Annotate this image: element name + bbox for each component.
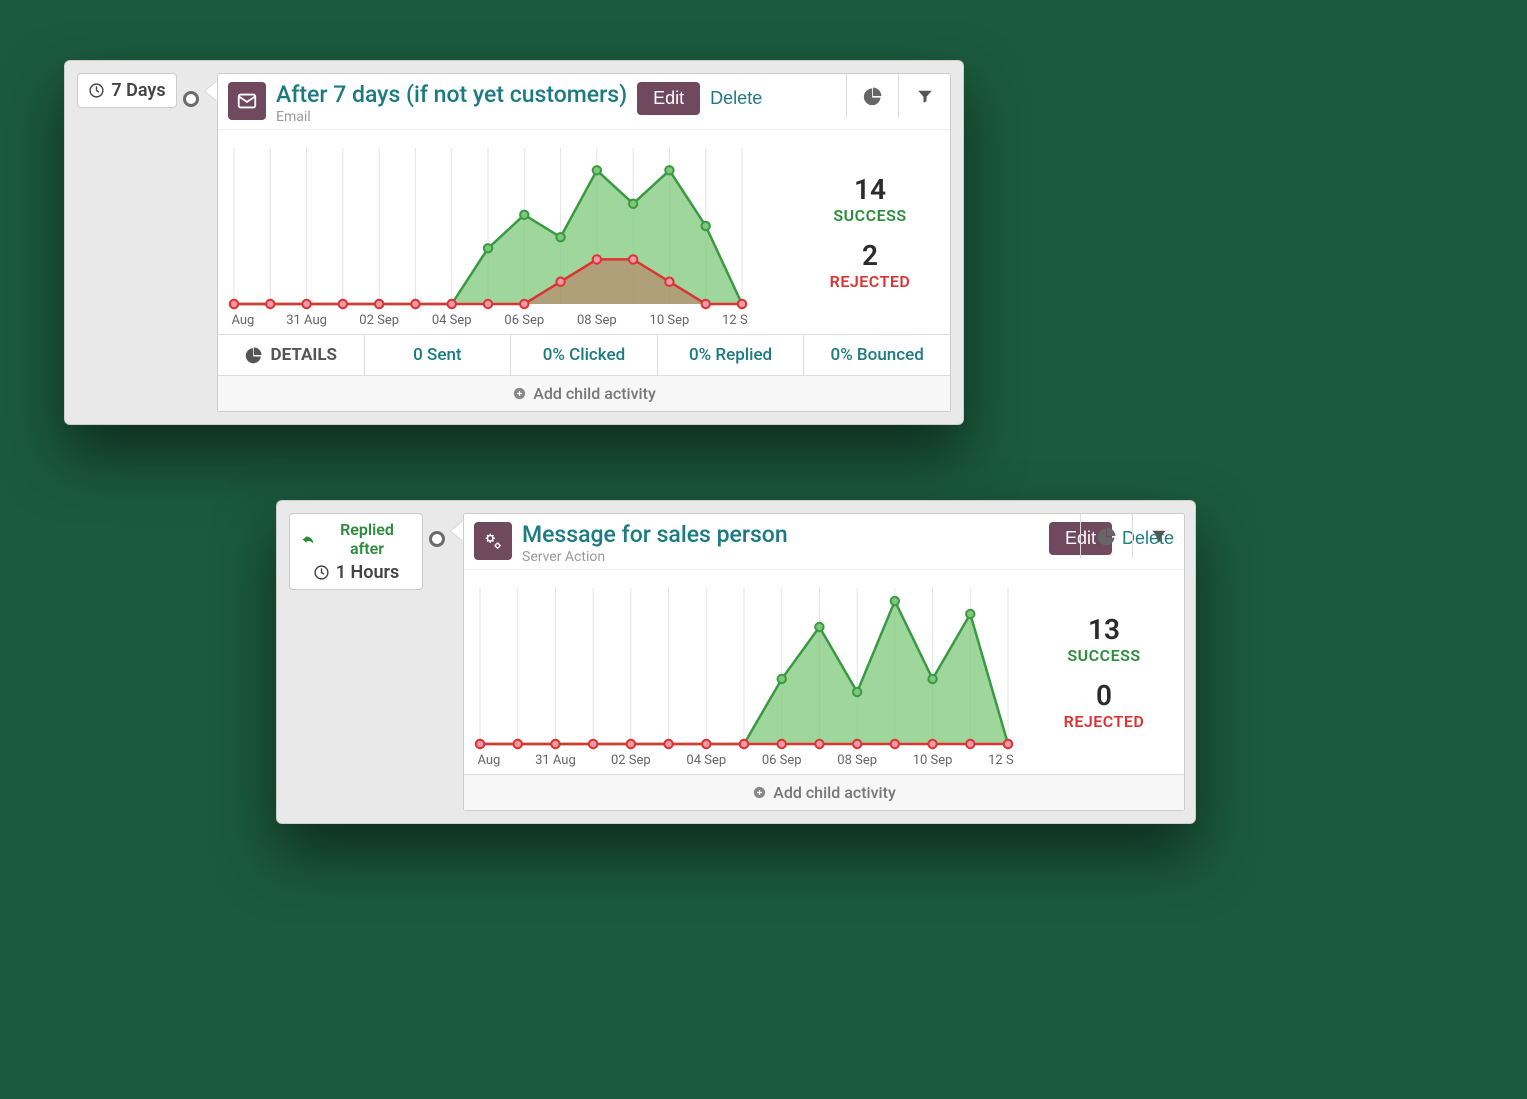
activity-title[interactable]: After 7 days (if not yet customers) xyxy=(276,82,627,107)
plus-circle-icon xyxy=(752,785,767,800)
details-head: DETAILS xyxy=(218,335,365,375)
svg-text:08 Sep: 08 Sep xyxy=(577,313,617,328)
add-child-label: Add child activity xyxy=(533,384,656,403)
add-child-activity[interactable]: Add child activity xyxy=(218,375,950,411)
details-clicked[interactable]: 0% Clicked xyxy=(511,335,658,375)
gears-icon xyxy=(474,522,512,560)
details-head-label: DETAILS xyxy=(271,345,337,365)
trigger-text: 7 Days xyxy=(111,80,165,101)
svg-text:31 Aug: 31 Aug xyxy=(286,313,327,328)
success-label: SUCCESS xyxy=(833,206,906,225)
card-pointer xyxy=(205,81,217,101)
rejected-count: 0 xyxy=(1096,679,1112,712)
trigger-pill-wrap: Replied after 1 Hours xyxy=(289,513,463,590)
success-label: SUCCESS xyxy=(1067,646,1140,665)
card-header: After 7 days (if not yet customers) Emai… xyxy=(218,74,950,129)
plus-circle-icon xyxy=(512,386,527,401)
svg-text:10 Sep: 10 Sep xyxy=(913,753,953,768)
rejected-label: REJECTED xyxy=(830,272,911,291)
svg-text:04 Sep: 04 Sep xyxy=(432,313,472,328)
clock-icon xyxy=(88,82,105,99)
details-sent[interactable]: 0 Sent xyxy=(365,335,512,375)
chart-area: 29 Aug 31 Aug 02 Sep 04 Sep 06 Sep 08 Sep 10 S… xyxy=(464,570,1024,774)
svg-text:29 Aug: 29 Aug xyxy=(474,753,500,768)
details-row: DETAILS 0 Sent 0% Clicked 0% Replied 0% … xyxy=(218,334,950,375)
replied-label: Replied after xyxy=(322,520,412,558)
svg-text:06 Sep: 06 Sep xyxy=(504,313,544,328)
card-pointer xyxy=(451,521,463,541)
activity-card-2: Replied after 1 Hours Message for sales … xyxy=(276,500,1196,824)
svg-text:10 Sep: 10 Sep xyxy=(650,313,690,328)
svg-text:06 Sep: 06 Sep xyxy=(762,753,802,768)
details-bounced[interactable]: 0% Bounced xyxy=(804,335,950,375)
activity-chart: 29 Aug 31 Aug 02 Sep 04 Sep 06 Sep 08 Sep 10 S… xyxy=(228,140,748,330)
svg-text:29 Aug: 29 Aug xyxy=(228,313,254,328)
trigger-pill[interactable]: Replied after 1 Hours xyxy=(289,513,423,590)
edit-button[interactable]: Edit xyxy=(637,82,700,115)
stats-column: 13 SUCCESS 0 REJECTED xyxy=(1024,570,1184,774)
rejected-count: 2 xyxy=(862,239,878,272)
filter-icon[interactable] xyxy=(1132,514,1184,558)
trigger-pill-wrap: 7 Days xyxy=(77,73,217,108)
pie-chart-icon[interactable] xyxy=(1080,514,1132,558)
rejected-label: REJECTED xyxy=(1064,712,1145,731)
timeline-marker xyxy=(183,91,199,107)
chart-area: 29 Aug 31 Aug 02 Sep 04 Sep 06 Sep 08 Sep 10 S… xyxy=(218,130,790,334)
svg-text:08 Sep: 08 Sep xyxy=(837,753,877,768)
timeline-marker xyxy=(429,531,445,547)
delete-button[interactable]: Delete xyxy=(710,88,762,109)
filter-icon[interactable] xyxy=(898,74,950,118)
svg-text:12 Sep: 12 Sep xyxy=(988,753,1014,768)
activity-subtitle: Server Action xyxy=(522,549,788,565)
activity-card-body: Message for sales person Server Action E… xyxy=(463,513,1185,811)
svg-text:02 Sep: 02 Sep xyxy=(359,313,399,328)
trigger-pill[interactable]: 7 Days xyxy=(77,73,177,108)
success-count: 14 xyxy=(854,173,886,206)
clock-icon xyxy=(313,564,330,581)
add-child-activity[interactable]: Add child activity xyxy=(464,774,1184,810)
activity-title[interactable]: Message for sales person xyxy=(522,522,788,547)
activity-chart: 29 Aug 31 Aug 02 Sep 04 Sep 06 Sep 08 Sep 10 S… xyxy=(474,580,1014,770)
envelope-icon xyxy=(228,82,266,120)
success-count: 13 xyxy=(1088,613,1120,646)
details-replied[interactable]: 0% Replied xyxy=(658,335,805,375)
card-header: Message for sales person Server Action E… xyxy=(464,514,1184,569)
trigger-text: 1 Hours xyxy=(336,562,399,583)
svg-text:31 Aug: 31 Aug xyxy=(535,753,576,768)
reply-icon xyxy=(300,531,316,547)
stats-column: 14 SUCCESS 2 REJECTED xyxy=(790,130,950,334)
svg-text:04 Sep: 04 Sep xyxy=(686,753,726,768)
activity-subtitle: Email xyxy=(276,109,627,125)
svg-text:12 Sep: 12 Sep xyxy=(722,313,748,328)
pie-chart-icon[interactable] xyxy=(846,74,898,118)
svg-text:02 Sep: 02 Sep xyxy=(611,753,651,768)
activity-card-1: 7 Days After 7 days (if not yet customer… xyxy=(64,60,964,425)
activity-card-body: After 7 days (if not yet customers) Emai… xyxy=(217,73,951,412)
add-child-label: Add child activity xyxy=(773,783,896,802)
